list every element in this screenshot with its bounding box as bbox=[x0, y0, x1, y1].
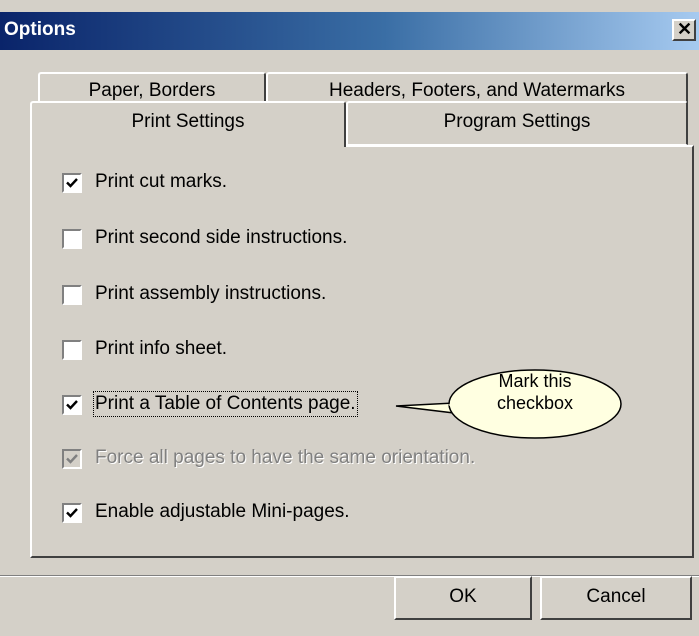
options-dialog: Options ✕ Paper, Borders Headers, Footer… bbox=[0, 0, 699, 636]
tab-label: Headers, Footers, and Watermarks bbox=[328, 80, 625, 101]
check-icon bbox=[66, 454, 78, 464]
callout-line-1: Mark this bbox=[498, 371, 572, 391]
checkbox-label[interactable]: Print second side instructions. bbox=[95, 227, 347, 249]
check-icon bbox=[66, 178, 78, 188]
dialog-title: Options bbox=[4, 19, 76, 40]
ok-button-label: OK bbox=[449, 586, 477, 607]
callout-line-2: checkbox bbox=[496, 393, 574, 413]
checkbox-label: Force all pages to have the same orienta… bbox=[95, 447, 476, 468]
checkbox-box[interactable] bbox=[62, 229, 82, 249]
tab-label: Paper, Borders bbox=[88, 80, 216, 101]
tab-print-settings[interactable]: Print Settings bbox=[30, 101, 346, 147]
checkbox-box[interactable] bbox=[62, 173, 82, 193]
checkbox-box[interactable] bbox=[62, 285, 82, 305]
tab-label: Print Settings bbox=[131, 111, 245, 132]
tab-label: Program Settings bbox=[443, 111, 591, 132]
checkbox-box[interactable] bbox=[62, 340, 82, 360]
close-button[interactable]: ✕ bbox=[672, 19, 696, 41]
callout-text: Mark this checkbox bbox=[450, 370, 620, 414]
check-icon bbox=[66, 508, 78, 518]
check-icon bbox=[66, 400, 78, 410]
checkbox-box[interactable] bbox=[62, 395, 82, 415]
close-icon: ✕ bbox=[676, 19, 693, 39]
checkbox-box[interactable] bbox=[62, 503, 82, 523]
checkbox-label[interactable]: Print assembly instructions. bbox=[95, 283, 326, 305]
checkbox-label[interactable]: Print cut marks. bbox=[95, 171, 227, 193]
checkbox-label[interactable]: Print a Table of Contents page. bbox=[93, 391, 358, 417]
cancel-button[interactable]: Cancel bbox=[540, 576, 692, 620]
checkbox-label[interactable]: Print info sheet. bbox=[95, 338, 227, 360]
cancel-button-label: Cancel bbox=[586, 586, 646, 607]
checkbox-box bbox=[62, 449, 82, 469]
checkbox-label[interactable]: Enable adjustable Mini-pages. bbox=[95, 501, 350, 523]
ok-button[interactable]: OK bbox=[394, 576, 532, 620]
tab-program-settings[interactable]: Program Settings bbox=[346, 101, 688, 145]
title-bar[interactable]: Options ✕ bbox=[0, 12, 699, 50]
